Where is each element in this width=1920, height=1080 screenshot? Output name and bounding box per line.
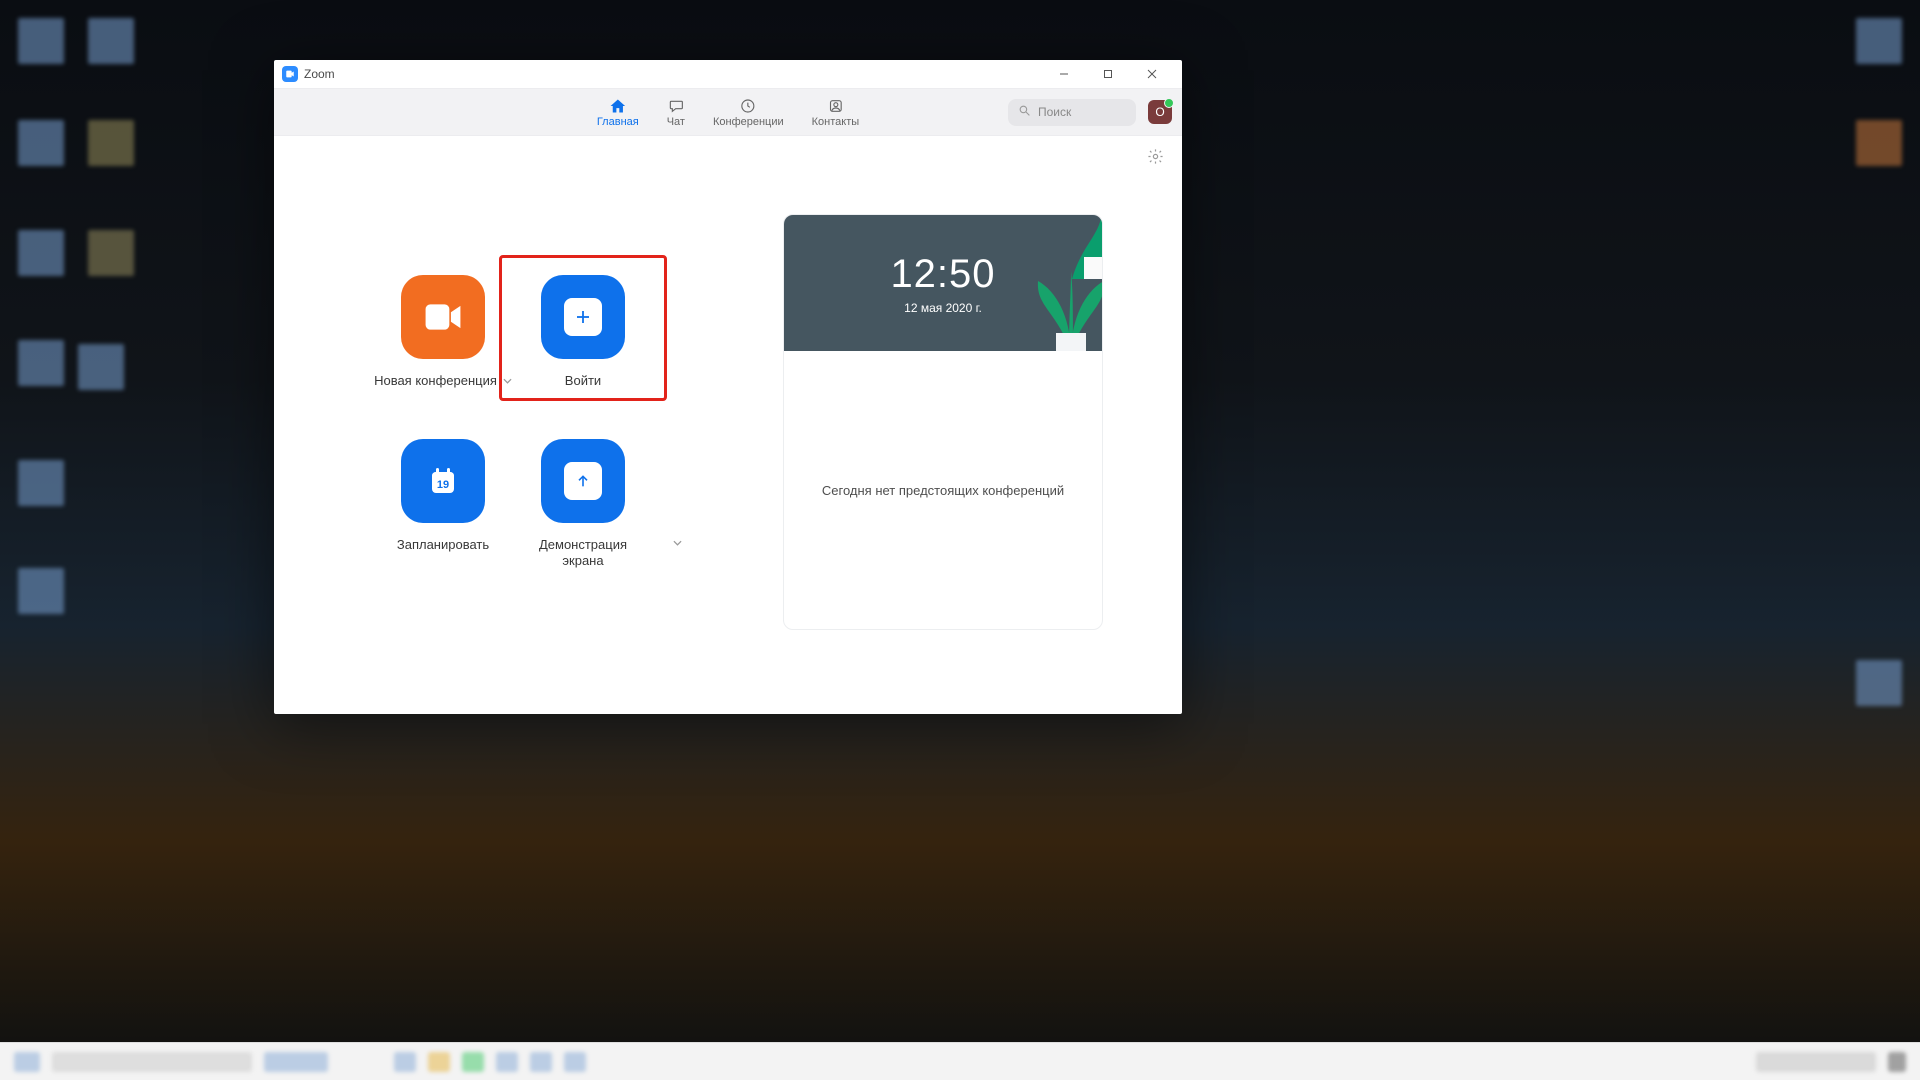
search-placeholder: Поиск (1038, 105, 1071, 119)
join-label: Войти (565, 373, 601, 389)
window-close-button[interactable] (1130, 60, 1174, 88)
current-time: 12:50 (890, 252, 995, 297)
schedule-cell: 19 Запланировать (373, 439, 513, 570)
user-avatar[interactable]: O (1148, 100, 1172, 124)
main-toolbar: Главная Чат Конференции Контакты (274, 88, 1182, 136)
schedule-label: Запланировать (397, 537, 489, 553)
share-screen-button[interactable] (541, 439, 625, 523)
info-panel: 12:50 12 мая 2020 г. Сегодня нет предсто… (728, 154, 1158, 690)
join-button[interactable] (541, 275, 625, 359)
window-title: Zoom (304, 67, 335, 81)
nav-tabs: Главная Чат Конференции Контакты (597, 97, 859, 128)
share-screen-cell: Демонстрация экрана (513, 439, 653, 570)
plant-decoration-icon (1036, 271, 1103, 351)
clock-banner: 12:50 12 мая 2020 г. (784, 215, 1102, 351)
chevron-down-icon[interactable] (503, 378, 512, 384)
tab-chat-label: Чат (667, 116, 685, 128)
current-date: 12 мая 2020 г. (904, 301, 982, 315)
window-maximize-button[interactable] (1086, 60, 1130, 88)
new-meeting-button[interactable] (401, 275, 485, 359)
window-minimize-button[interactable] (1042, 60, 1086, 88)
settings-button[interactable] (1147, 148, 1164, 170)
new-meeting-label: Новая конференция (374, 373, 497, 389)
schedule-day-number: 19 (437, 479, 449, 491)
zoom-app-window: Zoom Главная Чат (274, 60, 1182, 714)
share-screen-label: Демонстрация экрана (528, 537, 638, 570)
schedule-button[interactable]: 19 (401, 439, 485, 523)
info-card: 12:50 12 мая 2020 г. Сегодня нет предсто… (783, 214, 1103, 630)
tab-contacts-label: Контакты (812, 116, 860, 128)
join-cell: Войти (513, 275, 653, 389)
zoom-logo-icon (282, 66, 298, 82)
window-titlebar: Zoom (274, 60, 1182, 88)
chevron-down-icon[interactable] (673, 540, 682, 546)
new-meeting-cell: Новая конференция (373, 275, 513, 389)
tab-meetings[interactable]: Конференции (713, 97, 784, 128)
tab-meetings-label: Конференции (713, 116, 784, 128)
tab-home-label: Главная (597, 116, 639, 128)
chat-icon (667, 97, 685, 115)
tab-chat[interactable]: Чат (667, 97, 685, 128)
tab-home[interactable]: Главная (597, 97, 639, 128)
plant-decoration-icon (1042, 214, 1102, 279)
tab-contacts[interactable]: Контакты (812, 97, 860, 128)
clock-icon (739, 97, 757, 115)
actions-panel: Новая конференция Войти (298, 154, 728, 690)
content-area: Новая конференция Войти (274, 136, 1182, 714)
avatar-letter: O (1155, 105, 1164, 119)
home-icon (609, 97, 627, 115)
windows-taskbar[interactable] (0, 1042, 1920, 1080)
no-meetings-text: Сегодня нет предстоящих конференций (822, 483, 1064, 498)
search-input[interactable]: Поиск (1008, 99, 1136, 126)
contacts-icon (826, 97, 844, 115)
search-icon (1018, 104, 1031, 120)
